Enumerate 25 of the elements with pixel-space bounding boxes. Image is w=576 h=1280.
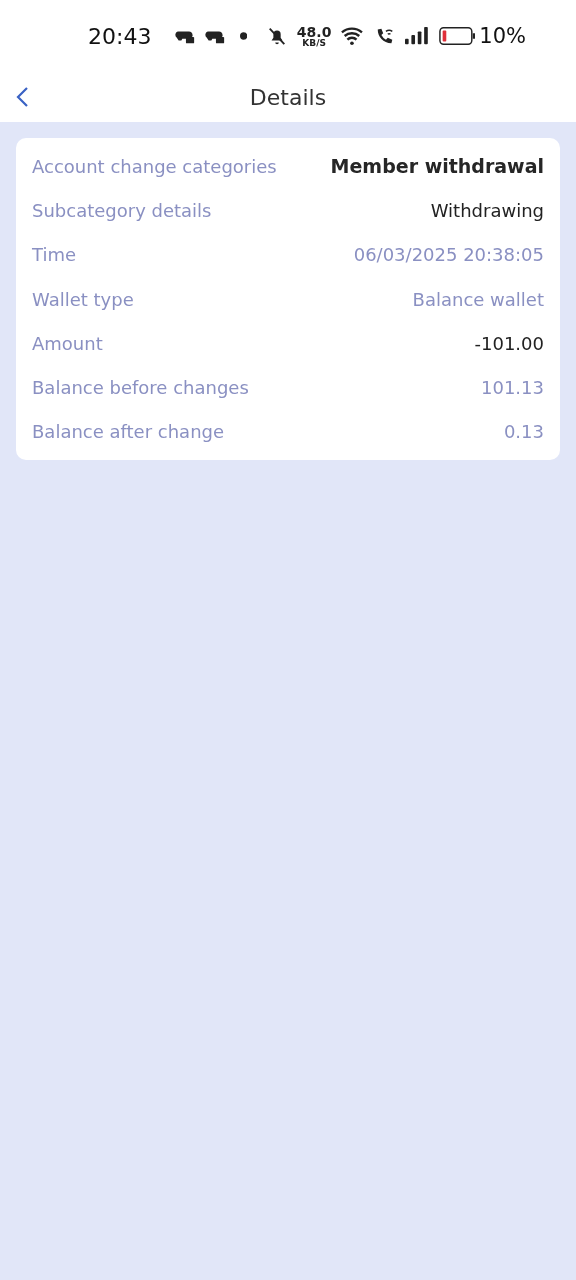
wifi-icon [341, 25, 366, 47]
signal-icon [405, 26, 429, 46]
back-icon[interactable] [15, 86, 29, 108]
muted-bell-icon [266, 25, 287, 47]
detail-value: Withdrawing [430, 199, 544, 221]
detail-value: 06/03/2025 20:38:05 [353, 244, 544, 266]
detail-label: Subcategory details [32, 199, 212, 221]
network-speed: 48.0 [296, 24, 332, 39]
detail-label: Time [32, 244, 77, 266]
detail-value: 101.13 [481, 377, 544, 399]
detail-value: Balance wallet [412, 288, 544, 310]
detail-label: Balance after change [32, 421, 225, 443]
detail-label: Balance before changes [32, 377, 249, 399]
detail-value: Member withdrawal [330, 155, 544, 178]
speed-unit: KB/S [302, 38, 326, 48]
battery-percent: 10% [479, 24, 526, 48]
detail-label: Wallet type [32, 288, 134, 310]
detail-label: Account change categories [32, 155, 277, 177]
detail-label: Amount [32, 332, 103, 354]
page-title: Details [249, 84, 327, 110]
detail-value: -101.00 [474, 332, 544, 354]
status-time: 20:43 [88, 23, 152, 49]
battery-icon [438, 26, 476, 46]
dot-icon [239, 32, 247, 40]
detail-value: 0.13 [503, 421, 544, 443]
